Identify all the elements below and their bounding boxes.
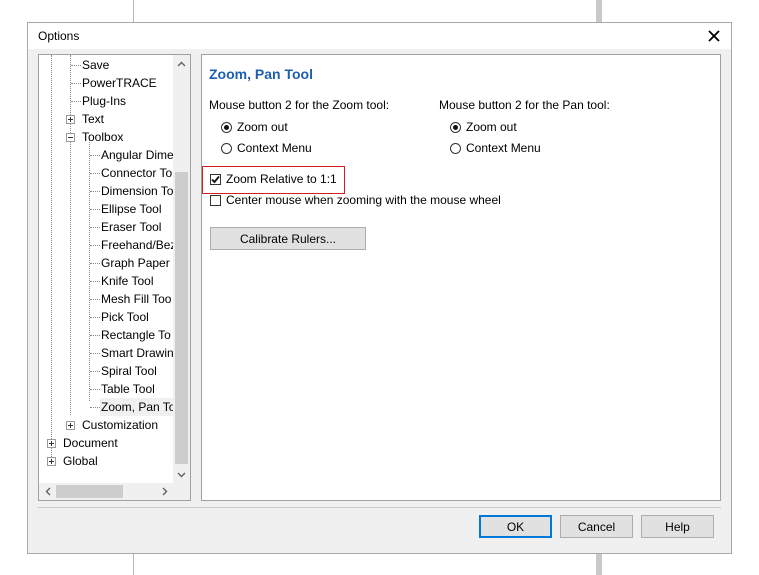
options-dialog: Options Save PowerTRACE Plug-Ins Text To… xyxy=(27,22,732,554)
tree-item-table-tool[interactable]: Table Tool xyxy=(39,380,173,398)
scroll-up-icon[interactable] xyxy=(173,55,190,72)
close-icon xyxy=(708,30,720,42)
checkbox-label: Center mouse when zooming with the mouse… xyxy=(226,193,501,207)
help-button[interactable]: Help xyxy=(641,515,714,538)
cancel-button[interactable]: Cancel xyxy=(560,515,633,538)
radio-label: Zoom out xyxy=(466,120,517,134)
tree-item-label: Angular Dime xyxy=(101,148,174,162)
tree-item-label: Smart Drawin xyxy=(101,346,174,360)
tree-item-ellipse-tool[interactable]: Ellipse Tool xyxy=(39,200,173,218)
radio-unselected[interactable] xyxy=(221,142,232,154)
pan-radio-context-menu[interactable]: Context Menu xyxy=(450,140,541,156)
tree-item-mesh-fill-tool[interactable]: Mesh Fill Too xyxy=(39,290,173,308)
expand-plus-icon[interactable] xyxy=(47,457,56,466)
ok-button[interactable]: OK xyxy=(479,515,552,538)
radio-selected[interactable] xyxy=(221,121,232,133)
tree-item-label: Toolbox xyxy=(82,130,124,144)
options-tree: Save PowerTRACE Plug-Ins Text Toolbox An… xyxy=(38,54,191,501)
tree-item-connector-tool[interactable]: Connector To xyxy=(39,164,173,182)
tree-item-label: Ellipse Tool xyxy=(101,202,162,216)
tree-item-angular-dimension[interactable]: Angular Dime xyxy=(39,146,174,164)
expand-plus-icon[interactable] xyxy=(66,421,75,430)
tree-item-label: Plug-Ins xyxy=(82,94,127,108)
tree-item-powertrace[interactable]: PowerTRACE xyxy=(39,74,173,92)
tree-item-knife-tool[interactable]: Knife Tool xyxy=(39,272,173,290)
tree-item-dimension-tool[interactable]: Dimension To xyxy=(39,182,173,200)
tree-item-plug-ins[interactable]: Plug-Ins xyxy=(39,92,173,110)
tree-item-label: Global xyxy=(63,454,98,468)
tree-item-label: Spiral Tool xyxy=(101,364,157,378)
zoom-radio-zoom-out[interactable]: Zoom out xyxy=(221,119,288,135)
tree-item-label: Save xyxy=(82,58,110,72)
tree-item-label: Rectangle To xyxy=(101,328,171,342)
checkbox-checked[interactable] xyxy=(210,173,221,185)
tree-item-label: Customization xyxy=(82,418,159,432)
tree-item-text[interactable]: Text xyxy=(39,110,173,128)
center-mouse-checkbox-row[interactable]: Center mouse when zooming with the mouse… xyxy=(210,192,501,208)
pan-radio-zoom-out[interactable]: Zoom out xyxy=(450,119,517,135)
scroll-corner xyxy=(173,483,190,500)
tree-item-label: Pick Tool xyxy=(101,310,149,324)
scroll-down-icon[interactable] xyxy=(173,466,190,483)
tree-item-label: Eraser Tool xyxy=(101,220,162,234)
checkbox-label: Zoom Relative to 1:1 xyxy=(226,172,337,186)
background-guide-right-bottom xyxy=(596,554,602,575)
zoom-radio-context-menu[interactable]: Context Menu xyxy=(221,140,312,156)
tree-item-pick-tool[interactable]: Pick Tool xyxy=(39,308,173,326)
title-bar: Options xyxy=(28,23,731,49)
tree-item-spiral-tool[interactable]: Spiral Tool xyxy=(39,362,173,380)
page-title: Zoom, Pan Tool xyxy=(209,66,313,82)
tree-item-label-selected: Zoom, Pan To xyxy=(100,398,177,416)
pan-group-label: Mouse button 2 for the Pan tool: xyxy=(439,98,610,112)
vertical-scroll-thumb[interactable] xyxy=(175,172,188,464)
tree-item-global[interactable]: Global xyxy=(39,452,173,470)
tree-vertical-scrollbar[interactable] xyxy=(173,55,190,483)
footer-separator xyxy=(38,507,721,508)
tree-item-smart-drawing[interactable]: Smart Drawin xyxy=(39,344,174,362)
tree-item-label: Mesh Fill Too xyxy=(101,292,172,306)
dialog-title: Options xyxy=(38,29,80,43)
tree-item-label: Knife Tool xyxy=(101,274,154,288)
tree-item-customization[interactable]: Customization xyxy=(39,416,173,434)
tree-item-toolbox[interactable]: Toolbox xyxy=(39,128,173,146)
expand-plus-icon[interactable] xyxy=(66,115,75,124)
tree-item-freehand-bezier[interactable]: Freehand/Bez xyxy=(39,236,177,254)
checkbox-unchecked[interactable] xyxy=(210,194,221,206)
tree-item-rectangle-tool[interactable]: Rectangle To xyxy=(39,326,173,344)
collapse-minus-icon[interactable] xyxy=(66,133,75,142)
tree-item-label: Freehand/Bez xyxy=(101,238,177,252)
radio-label: Context Menu xyxy=(466,141,541,155)
radio-selected[interactable] xyxy=(450,121,461,133)
scroll-right-icon[interactable] xyxy=(156,483,173,500)
close-button[interactable] xyxy=(697,23,731,49)
zoom-relative-checkbox-row[interactable]: Zoom Relative to 1:1 xyxy=(210,171,337,187)
tree-item-zoom-pan-tool[interactable]: Zoom, Pan To xyxy=(39,398,177,416)
tree-item-label: Text xyxy=(82,112,105,126)
tree-item-save[interactable]: Save xyxy=(39,56,173,74)
tree-item-label: Table Tool xyxy=(101,382,155,396)
tree-item-label: PowerTRACE xyxy=(82,76,157,90)
settings-panel: Zoom, Pan Tool Mouse button 2 for the Zo… xyxy=(201,54,721,501)
tree-item-label: Document xyxy=(63,436,118,450)
radio-unselected[interactable] xyxy=(450,142,461,154)
scroll-left-icon[interactable] xyxy=(39,483,56,500)
tree-item-label: Connector To xyxy=(101,166,173,180)
checkmark-icon xyxy=(211,175,220,183)
calibrate-rulers-button[interactable]: Calibrate Rulers... xyxy=(210,227,366,250)
horizontal-scroll-thumb[interactable] xyxy=(56,485,123,498)
zoom-group-label: Mouse button 2 for the Zoom tool: xyxy=(209,98,390,112)
radio-label: Zoom out xyxy=(237,120,288,134)
background-guide-left xyxy=(133,0,134,22)
tree-item-document[interactable]: Document xyxy=(39,434,173,452)
tree-item-label: Dimension To xyxy=(101,184,174,198)
tree-item-eraser-tool[interactable]: Eraser Tool xyxy=(39,218,173,236)
tree-horizontal-scrollbar[interactable] xyxy=(39,483,173,500)
tree-item-graph-paper-tool[interactable]: Graph Paper T xyxy=(39,254,180,272)
radio-label: Context Menu xyxy=(237,141,312,155)
background-guide-left-bottom xyxy=(133,554,134,575)
background-guide-right xyxy=(596,0,602,22)
tree-item-label: Graph Paper T xyxy=(101,256,181,270)
expand-plus-icon[interactable] xyxy=(47,439,56,448)
